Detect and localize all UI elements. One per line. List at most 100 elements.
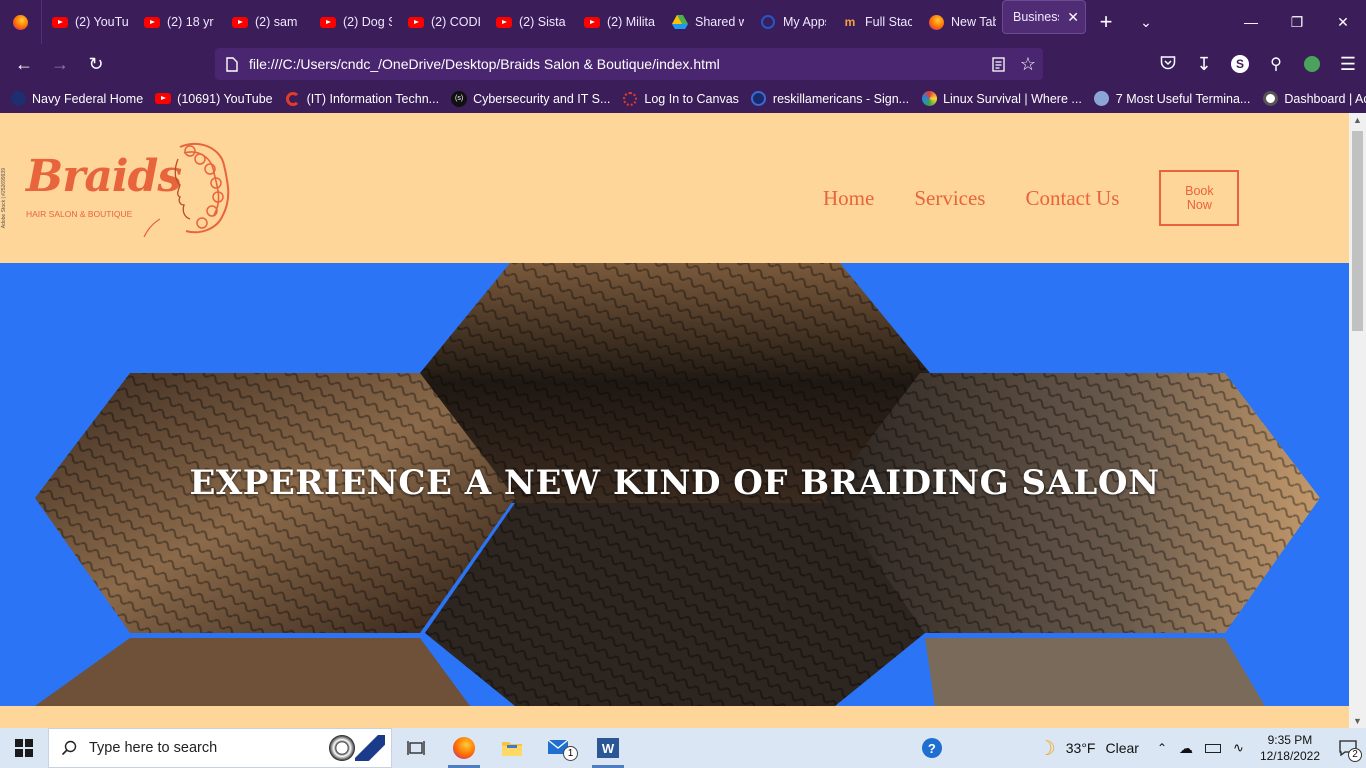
bookmark-item[interactable]: Linux Survival | Where ... xyxy=(921,91,1082,107)
pocket-button[interactable] xyxy=(1150,48,1186,80)
bookmark-label: Navy Federal Home xyxy=(32,91,144,106)
tab-label: New Tab xyxy=(951,15,996,29)
clock-date: 12/18/2022 xyxy=(1259,749,1320,763)
article-icon xyxy=(1094,91,1110,107)
start-button[interactable] xyxy=(0,728,48,768)
linux-icon xyxy=(921,91,937,107)
taskbar-firefox[interactable] xyxy=(440,728,488,768)
bookmark-label: 7 Most Useful Termina... xyxy=(1115,91,1251,106)
browser-tab[interactable]: Business V ✕ xyxy=(1002,0,1086,34)
browser-tab[interactable]: (2) YouTube xyxy=(42,0,134,44)
task-view-button[interactable] xyxy=(392,728,440,768)
taskbar-mail[interactable]: 1 xyxy=(536,728,584,768)
address-bar[interactable]: file:///C:/Users/cndc_/OneDrive/Desktop/… xyxy=(215,48,1043,80)
taskbar-word[interactable]: W xyxy=(584,728,632,768)
bookmark-item[interactable]: Navy Federal Home xyxy=(10,91,143,107)
extension-icon xyxy=(1304,56,1320,72)
browser-tab[interactable]: (2) Milita xyxy=(574,0,662,44)
help-icon[interactable]: ? xyxy=(921,738,942,758)
apps-icon xyxy=(760,14,776,30)
firefox-icon xyxy=(453,737,475,759)
bookmarks-container: Navy Federal Home (10691) YouTube (IT) Inf… xyxy=(10,90,1366,107)
search-icon xyxy=(49,740,89,756)
show-hidden-icons-icon[interactable]: ⌃ xyxy=(1157,741,1167,755)
bookmark-item[interactable]: (IT) Information Techn... xyxy=(285,91,439,107)
taskbar-file-explorer[interactable] xyxy=(488,728,536,768)
bookmark-item[interactable]: reskillamericans - Sign... xyxy=(751,91,909,107)
youtube-icon xyxy=(584,14,600,30)
youtube-icon xyxy=(144,14,160,30)
browser-tab[interactable]: New Tab xyxy=(918,0,1002,44)
restore-button[interactable]: ❐ xyxy=(1274,0,1320,44)
bookmark-label: reskillamericans - Sign... xyxy=(772,91,910,106)
browser-tab[interactable]: (2) sam xyxy=(222,0,310,44)
browser-tab[interactable]: My Apps xyxy=(750,0,832,44)
notification-count: 2 xyxy=(1348,748,1362,762)
bookmark-item[interactable]: (10691) YouTube xyxy=(155,91,273,107)
bookmarks-toolbar: Navy Federal Home (10691) YouTube (IT) Inf… xyxy=(0,84,1366,113)
tab-label: Full Stack xyxy=(865,15,912,29)
bookmark-item[interactable]: 7 Most Useful Termina... xyxy=(1094,91,1251,107)
bookmark-item[interactable]: Log In to Canvas xyxy=(622,91,739,107)
windows-logo-icon xyxy=(15,739,33,757)
browser-tab[interactable]: (2) 18 yr xyxy=(134,0,222,44)
site-logo[interactable]: Braids HAIR SALON & BOUTIQUE xyxy=(22,141,232,241)
browser-tab[interactable]: (2) Sista xyxy=(486,0,574,44)
page-section-below-hero xyxy=(0,706,1349,728)
browser-tab[interactable]: (2) CODI xyxy=(398,0,486,44)
tab-label: Business V xyxy=(1013,10,1060,24)
book-now-button[interactable]: Book Now xyxy=(1159,170,1240,226)
battery-icon[interactable] xyxy=(1205,743,1222,753)
browser-tab[interactable]: m Full Stack xyxy=(832,0,918,44)
taskbar-clock[interactable]: 9:35 PM 12/18/2022 xyxy=(1260,732,1320,764)
url-text[interactable]: file:///C:/Users/cndc_/OneDrive/Desktop/… xyxy=(249,56,983,72)
youtube-icon xyxy=(496,14,512,30)
app-menu-button[interactable]: ☰ xyxy=(1330,48,1366,80)
nav-link-services[interactable]: Services xyxy=(914,186,985,211)
firefox-menu-button[interactable] xyxy=(0,0,42,44)
youtube-icon xyxy=(52,14,68,30)
scroll-up-icon[interactable]: ▲ xyxy=(1353,115,1362,125)
list-all-tabs-button[interactable]: ⌄ xyxy=(1126,0,1166,44)
clock-time: 9:35 PM xyxy=(1267,733,1313,747)
close-tab-icon[interactable]: ✕ xyxy=(1067,9,1079,26)
hero-hexagon xyxy=(425,503,925,706)
reader-view-icon[interactable] xyxy=(983,56,1013,72)
bookmark-item[interactable]: Dashboard | Academy xyxy=(1262,91,1366,107)
notifications-button[interactable]: 2 xyxy=(1330,740,1366,762)
weather-widget[interactable]: ☽ 33°F Clear xyxy=(1038,736,1139,761)
youtube-icon xyxy=(232,14,248,30)
zoom-extension-button[interactable]: ⚲ xyxy=(1258,48,1294,80)
mail-badge: 1 xyxy=(563,746,578,761)
forward-button[interactable]: → xyxy=(42,48,78,80)
nav-link-contact[interactable]: Contact Us xyxy=(1025,186,1119,211)
onedrive-cloud-icon[interactable]: ☁ xyxy=(1179,740,1193,757)
bookmark-item[interactable]: (s) Cybersecurity and IT S... xyxy=(451,90,610,107)
close-window-button[interactable]: ✕ xyxy=(1320,0,1366,44)
extension-s-button[interactable]: S xyxy=(1222,48,1258,80)
browser-tab[interactable]: Shared w xyxy=(662,0,750,44)
new-tab-button[interactable]: + xyxy=(1086,0,1126,44)
extension-button[interactable] xyxy=(1294,48,1330,80)
extension-s-icon: S xyxy=(1231,55,1249,73)
search-placeholder: Type here to search xyxy=(89,740,218,756)
bookmark-star-icon[interactable]: ☆ xyxy=(1013,54,1043,75)
minimize-button[interactable]: — xyxy=(1228,0,1274,44)
weather-description: Clear xyxy=(1105,740,1139,756)
reload-button[interactable]: ↻ xyxy=(78,48,114,80)
browser-tab[interactable]: (2) Dog S xyxy=(310,0,398,44)
tab-label: Shared w xyxy=(695,15,744,29)
reskill-icon xyxy=(751,91,767,107)
page-scrollbar[interactable]: ▲ ▼ xyxy=(1349,113,1366,728)
hero-title: EXPERIENCE A NEW KIND OF BRAIDING SALON xyxy=(189,463,1160,503)
taskbar-search-box[interactable]: Type here to search xyxy=(48,728,392,768)
pocket-icon xyxy=(1160,54,1176,75)
scrollbar-thumb[interactable] xyxy=(1352,131,1363,331)
word-icon: W xyxy=(597,738,619,758)
scroll-down-icon[interactable]: ▼ xyxy=(1353,716,1362,726)
back-button[interactable]: ← xyxy=(6,48,42,80)
wifi-icon[interactable]: ∿ xyxy=(1233,740,1244,756)
nav-link-home[interactable]: Home xyxy=(823,186,874,211)
downloads-button[interactable]: ↧ xyxy=(1186,48,1222,80)
hero-hexagon xyxy=(35,638,470,706)
